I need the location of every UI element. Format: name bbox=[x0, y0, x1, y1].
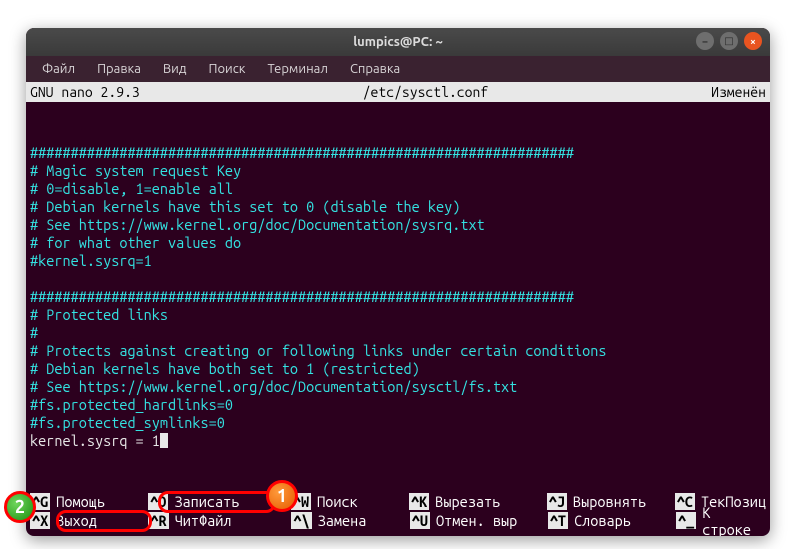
editor-area[interactable]: ########################################… bbox=[26, 102, 770, 468]
menu-help[interactable]: Справка bbox=[340, 59, 410, 79]
editor-line: # Magic system request Key bbox=[30, 162, 241, 179]
editor-line: # 0=disable, 1=enable all bbox=[30, 180, 233, 197]
shortcut-write[interactable]: ^OЗаписать bbox=[148, 492, 291, 511]
window-title: lumpics@PC: ~ bbox=[353, 35, 443, 49]
menu-file[interactable]: Файл bbox=[32, 59, 85, 79]
editor-line: # for what other values do bbox=[30, 234, 241, 251]
editor-line: # Protected links bbox=[30, 306, 168, 323]
editor-line: #kernel.sysrq=1 bbox=[30, 252, 152, 269]
close-button[interactable]: × bbox=[744, 32, 762, 50]
editor-line: # Debian kernels have both set to 1 (res… bbox=[30, 360, 420, 377]
nano-shortcuts: ^GПомощь ^OЗаписать ^WПоиск ^KВырезать ^… bbox=[30, 492, 766, 530]
shortcut-cut[interactable]: ^KВырезать bbox=[409, 492, 547, 511]
shortcut-exit[interactable]: ^XВыход bbox=[30, 511, 148, 530]
editor-line: # See https://www.kernel.org/doc/Documen… bbox=[30, 378, 517, 395]
shortcut-justify[interactable]: ^JВыровнять bbox=[547, 492, 675, 511]
nano-status-bar: GNU nano 2.9.3 /etc/sysctl.conf Изменён bbox=[26, 82, 770, 102]
editor-line: #fs.protected_hardlinks=0 bbox=[30, 396, 233, 413]
menu-terminal[interactable]: Терминал bbox=[257, 59, 337, 79]
window-controls: – □ × bbox=[696, 32, 762, 50]
editor-line: # Debian kernels have this set to 0 (dis… bbox=[30, 198, 460, 215]
nano-modified-status: Изменён bbox=[711, 84, 766, 100]
editor-line: # See https://www.kernel.org/doc/Documen… bbox=[30, 216, 485, 233]
window-titlebar: lumpics@PC: ~ – □ × bbox=[26, 28, 770, 56]
menu-edit[interactable]: Правка bbox=[87, 59, 151, 79]
maximize-button[interactable]: □ bbox=[720, 32, 738, 50]
editor-line: ########################################… bbox=[30, 288, 574, 305]
editor-line: ########################################… bbox=[30, 144, 574, 161]
shortcut-goto[interactable]: ^_К строке bbox=[676, 511, 766, 530]
text-cursor bbox=[160, 433, 168, 448]
shortcut-read[interactable]: ^RЧитФайл bbox=[148, 511, 291, 530]
editor-line: # bbox=[30, 324, 38, 341]
shortcut-help[interactable]: ^GПомощь bbox=[30, 492, 148, 511]
menu-view[interactable]: Вид bbox=[153, 59, 197, 79]
terminal-window: lumpics@PC: ~ – □ × Файл Правка Вид Поис… bbox=[26, 28, 770, 536]
shortcut-spell[interactable]: ^TСловарь bbox=[548, 511, 676, 530]
menu-search[interactable]: Поиск bbox=[198, 59, 255, 79]
shortcut-search[interactable]: ^WПоиск bbox=[291, 492, 409, 511]
minimize-button[interactable]: – bbox=[696, 32, 714, 50]
nano-filepath: /etc/sysctl.conf bbox=[140, 84, 711, 100]
editor-line: # Protects against creating or following… bbox=[30, 342, 607, 359]
shortcut-uncut[interactable]: ^UОтмен. выр bbox=[410, 511, 548, 530]
shortcut-row: ^GПомощь ^OЗаписать ^WПоиск ^KВырезать ^… bbox=[30, 492, 766, 511]
menu-bar: Файл Правка Вид Поиск Терминал Справка bbox=[26, 56, 770, 82]
nano-version: GNU nano 2.9.3 bbox=[30, 84, 140, 100]
editor-line: kernel.sysrq = 1 bbox=[30, 432, 168, 449]
shortcut-replace[interactable]: ^\Замена bbox=[291, 511, 409, 530]
editor-line: #fs.protected_symlinks=0 bbox=[30, 414, 225, 431]
shortcut-row: ^XВыход ^RЧитФайл ^\Замена ^UОтмен. выр … bbox=[30, 511, 766, 530]
